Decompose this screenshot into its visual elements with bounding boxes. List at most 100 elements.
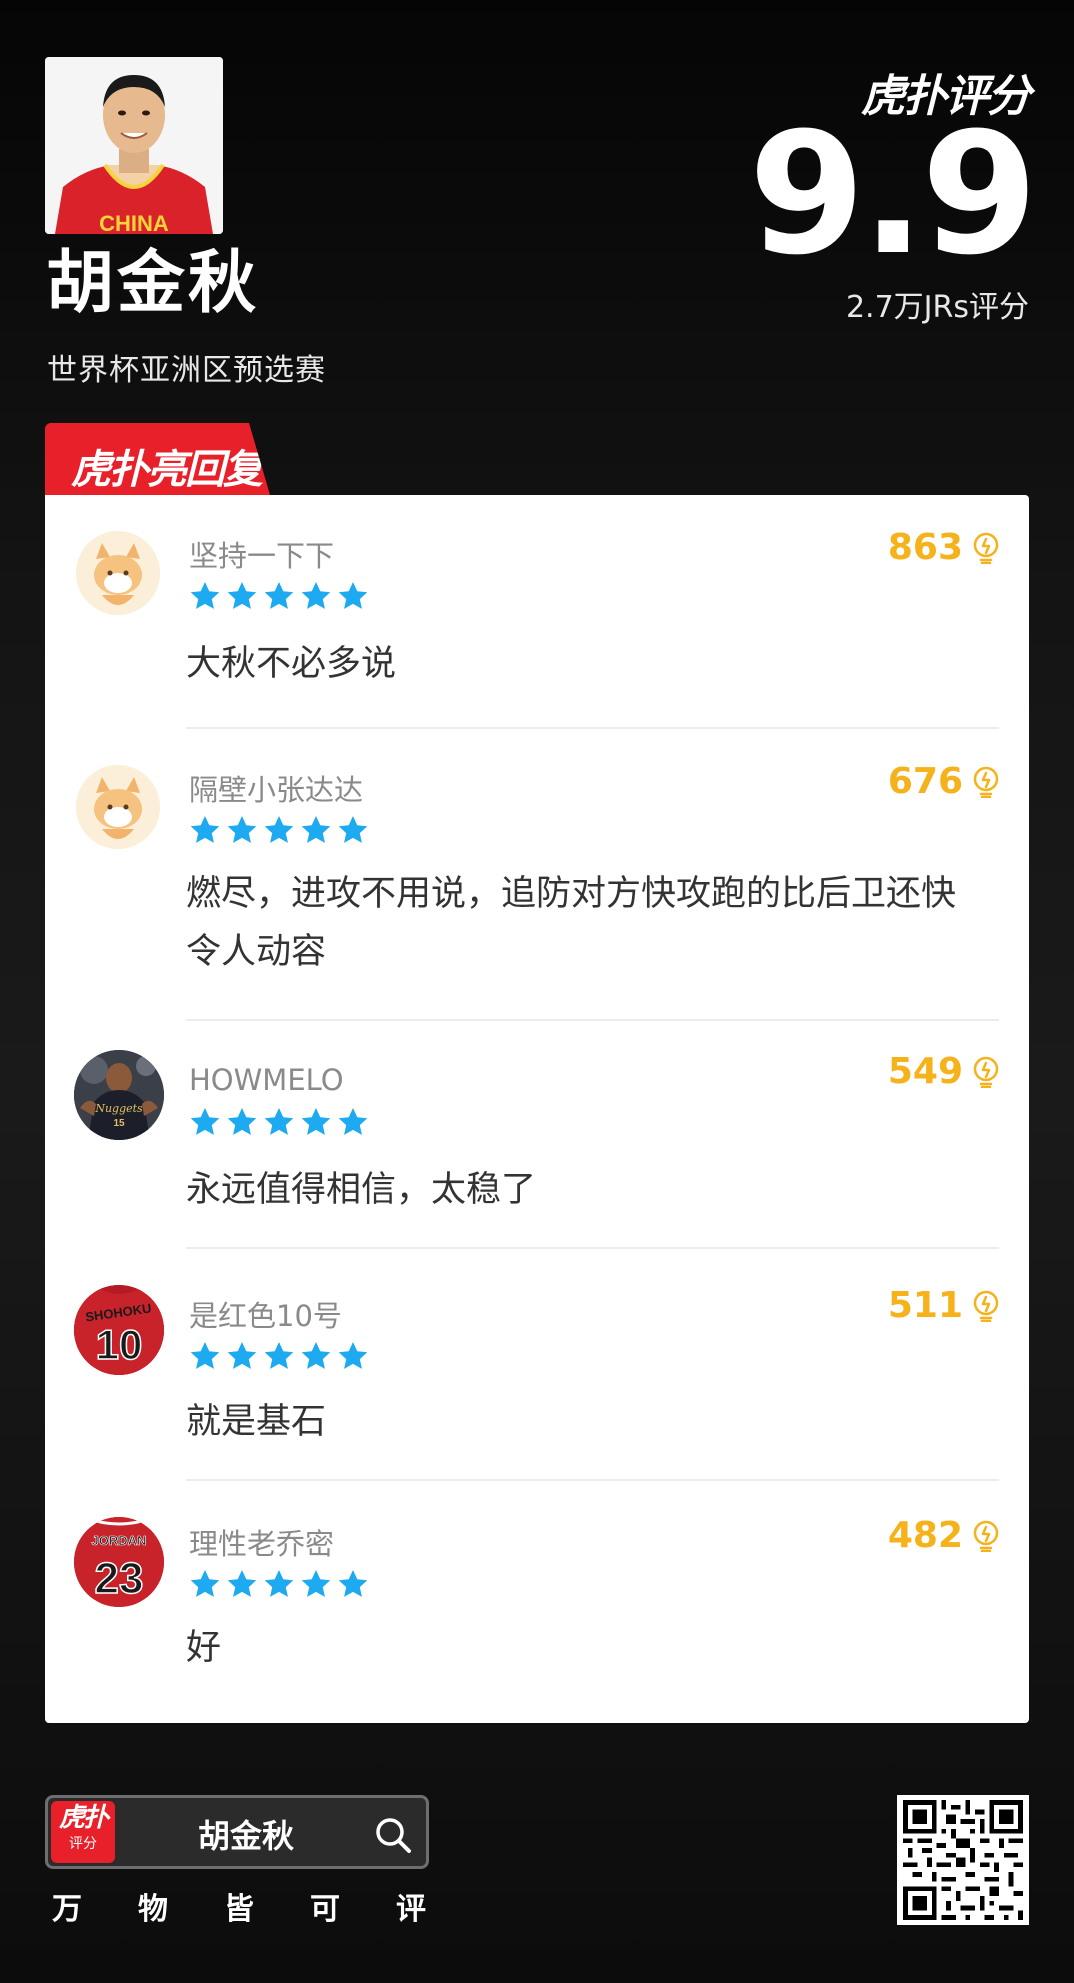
comment-item[interactable]: JORDAN 23 理性老乔密 482 好: [45, 1489, 1029, 1723]
lightbulb-icon: [973, 1520, 999, 1552]
slogan-char: 皆: [224, 1892, 254, 1927]
star-icon: [190, 1570, 220, 1597]
event-name: 世界杯亚洲区预选赛: [47, 353, 326, 388]
svg-text:Nuggets: Nuggets: [94, 1102, 143, 1115]
comment-text: 就是基石: [186, 1402, 327, 1442]
star-icon: [338, 1570, 368, 1597]
star-icon: [301, 1342, 331, 1369]
comment-item[interactable]: 隔壁小张达达 676 燃尽，进攻不用说，追防对方快攻跑的比后卫还快令人动容: [45, 729, 1029, 1021]
avatar[interactable]: SHOHOKU 10: [74, 1285, 164, 1375]
star-icon: [264, 816, 294, 843]
comments-card: 坚持一下下 863 大秋不必多说 隔壁小张达达 676 燃尽，进攻不用说，追防对…: [45, 495, 1029, 1723]
star-icon: [338, 1342, 368, 1369]
qr-code-icon: [903, 1800, 1023, 1920]
star-icon: [338, 816, 368, 843]
comment-text: 好: [186, 1628, 222, 1668]
comment-item[interactable]: 坚持一下下 863 大秋不必多说: [45, 495, 1029, 729]
star-rating: [189, 1340, 369, 1372]
app-icon-top-label: 虎扑: [58, 1803, 109, 1833]
like-count: 863: [887, 527, 963, 568]
star-icon: [190, 1342, 220, 1369]
comment-text: 燃尽，进攻不用说，追防对方快攻跑的比后卫还快令人动容: [186, 874, 957, 972]
star-icon: [264, 1570, 294, 1597]
comment-item[interactable]: SHOHOKU 10 是红色10号 511 就是基石: [45, 1255, 1029, 1489]
username[interactable]: 坚持一下下: [189, 533, 334, 575]
slogan-char: 物: [138, 1892, 168, 1927]
slogan: 万 物 皆 可 评: [52, 1884, 482, 1928]
slogan-char: 可: [310, 1892, 340, 1927]
svg-text:10: 10: [96, 1321, 143, 1368]
star-icon: [190, 1108, 220, 1135]
star-icon: [264, 1108, 294, 1135]
qr-code[interactable]: [897, 1795, 1029, 1925]
svg-text:JORDAN: JORDAN: [92, 1533, 147, 1548]
comment-text: 永远值得相信，太稳了: [186, 1170, 537, 1210]
like-button[interactable]: 549: [888, 1051, 1001, 1092]
star-icon: [190, 582, 220, 609]
star-icon: [227, 1108, 257, 1135]
comment-item[interactable]: Nuggets 15 HOWMELO 549 永远值得相信，太稳了: [45, 1021, 1029, 1255]
lightbulb-icon: [973, 1290, 999, 1322]
username[interactable]: 隔壁小张达达: [189, 767, 363, 809]
star-icon: [301, 1570, 331, 1597]
search-bar[interactable]: 虎扑 评分 胡金秋: [45, 1795, 429, 1869]
comment-text: 大秋不必多说: [186, 644, 397, 684]
username[interactable]: 是红色10号: [189, 1293, 342, 1335]
red-jersey-avatar-icon: JORDAN 23: [74, 1517, 164, 1607]
slogan-char: 评: [396, 1892, 426, 1927]
star-icon: [227, 1342, 257, 1369]
avatar[interactable]: [76, 765, 160, 849]
player-photo: CHINA: [45, 57, 223, 234]
username[interactable]: 理性老乔密: [189, 1521, 334, 1563]
avatar[interactable]: JORDAN 23: [74, 1517, 164, 1607]
star-icon: [338, 1108, 368, 1135]
username[interactable]: HOWMELO: [189, 1063, 344, 1097]
svg-text:15: 15: [113, 1118, 125, 1129]
star-icon: [264, 582, 294, 609]
hupu-app-icon[interactable]: 虎扑 评分: [51, 1801, 115, 1863]
avatar[interactable]: [76, 531, 160, 615]
overall-score: 9.9: [748, 96, 1038, 292]
star-icon: [227, 816, 257, 843]
star-icon: [227, 1570, 257, 1597]
highlight-replies-tag: 虎扑亮回复: [45, 423, 270, 495]
like-count: 482: [887, 1515, 963, 1556]
avatar[interactable]: Nuggets 15: [74, 1050, 164, 1140]
cartoon-dog-avatar-icon: [76, 531, 160, 615]
lightbulb-icon: [973, 1056, 999, 1088]
slogan-char: 万: [52, 1892, 82, 1927]
divider: [186, 1479, 999, 1481]
player-name: 胡金秋: [46, 244, 260, 323]
star-rating: [189, 580, 369, 612]
like-count: 676: [887, 761, 963, 802]
like-button[interactable]: 511: [888, 1285, 1001, 1326]
basketball-player-avatar-icon: Nuggets 15: [74, 1050, 164, 1140]
like-button[interactable]: 676: [888, 761, 1001, 802]
star-icon: [301, 816, 331, 843]
like-button[interactable]: 482: [888, 1515, 1001, 1556]
star-icon: [227, 582, 257, 609]
like-count: 511: [887, 1285, 963, 1326]
svg-text:CHINA: CHINA: [99, 211, 169, 234]
star-icon: [301, 1108, 331, 1135]
star-icon: [301, 582, 331, 609]
red-jersey-avatar-icon: SHOHOKU 10: [74, 1285, 164, 1375]
svg-text:23: 23: [95, 1554, 144, 1603]
search-query[interactable]: 胡金秋: [198, 1811, 294, 1857]
star-rating: [189, 1568, 369, 1600]
star-rating: [189, 814, 369, 846]
app-icon-bottom-label: 评分: [69, 1836, 97, 1852]
search-icon[interactable]: [374, 1816, 412, 1854]
star-icon: [264, 1342, 294, 1369]
star-icon: [190, 816, 220, 843]
like-count: 549: [887, 1051, 963, 1092]
star-icon: [338, 582, 368, 609]
like-button[interactable]: 863: [888, 527, 1001, 568]
rating-count: 2.7万JRs评分: [845, 290, 1029, 325]
lightbulb-icon: [973, 532, 999, 564]
divider: [186, 1247, 999, 1249]
lightbulb-icon: [973, 766, 999, 798]
highlight-replies-label: 虎扑亮回复: [71, 447, 263, 493]
cartoon-dog-avatar-icon: [76, 765, 160, 849]
star-rating: [189, 1106, 369, 1138]
